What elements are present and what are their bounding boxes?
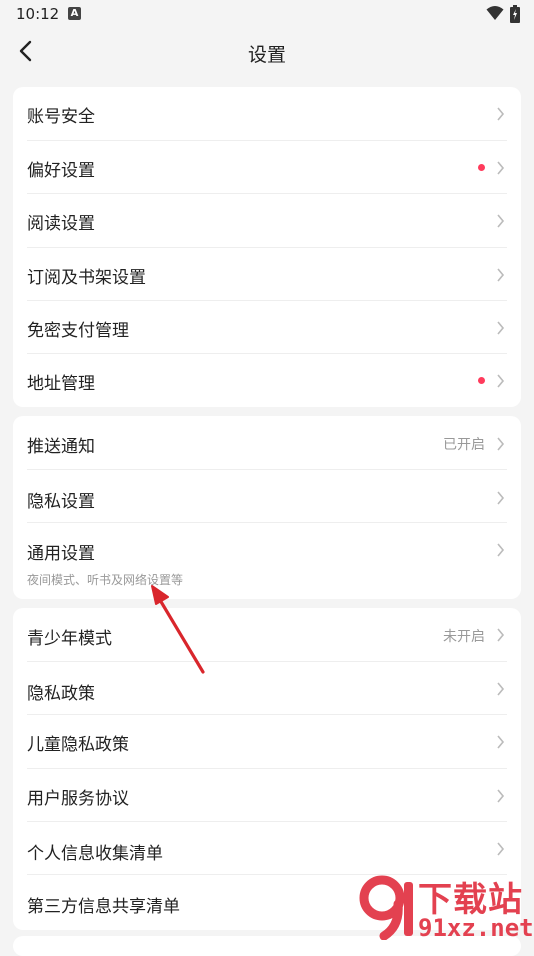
settings-item-label: 隐私设置 [27,492,95,512]
settings-item-general[interactable]: 通用设置 夜间模式、听书及网络设置等 [13,523,521,599]
settings-item-label: 账号安全 [27,107,95,127]
chevron-right-icon [497,161,505,175]
page-title: 设置 [247,44,286,66]
settings-item-label: 隐私政策 [27,684,95,704]
settings-item-label: 通用设置 [27,544,95,564]
settings-item-privacy[interactable]: 隐私设置 [13,470,521,523]
status-time: 10:12 [16,5,60,23]
settings-item-personal-info-list[interactable]: 个人信息收集清单 [13,822,521,875]
settings-item-value: 已开启 [443,437,485,453]
wifi-icon [486,6,504,20]
settings-item-label: 订阅及书架设置 [27,268,146,288]
chevron-right-icon [497,735,505,749]
chevron-right-icon [497,437,505,451]
chevron-right-icon [497,842,505,856]
settings-item-preferences[interactable]: 偏好设置 [13,141,521,194]
watermark: 下载站 91xz.net [358,870,534,946]
settings-item-label: 用户服务协议 [27,789,129,809]
settings-group-account: 账号安全 偏好设置 阅读设置 订阅及书架设置 免密支付管理 地址管理 [13,87,521,407]
chevron-right-icon [497,543,505,557]
chevron-right-icon [497,374,505,388]
settings-item-label: 个人信息收集清单 [27,844,163,864]
settings-item-label: 儿童隐私政策 [27,735,129,755]
settings-item-teen-mode[interactable]: 青少年模式 未开启 [13,608,521,661]
chevron-right-icon [497,628,505,642]
settings-item-subscription-shelf[interactable]: 订阅及书架设置 [13,248,521,301]
chevron-right-icon [497,107,505,121]
settings-item-label: 偏好设置 [27,161,95,181]
status-bar: 10:12 A [0,0,534,30]
settings-item-label: 推送通知 [27,437,95,457]
watermark-logo-icon [359,875,413,940]
chevron-right-icon [497,321,505,335]
settings-item-privacy-policy[interactable]: 隐私政策 [13,662,521,715]
settings-item-label: 地址管理 [27,374,95,394]
notification-icon: A [68,7,81,20]
settings-item-label: 青少年模式 [27,629,112,649]
chevron-right-icon [497,682,505,696]
watermark-url: 91xz.net [418,914,534,942]
chevron-right-icon [497,268,505,282]
settings-item-child-privacy-policy[interactable]: 儿童隐私政策 [13,715,521,768]
chevron-right-icon [497,789,505,803]
settings-item-account-security[interactable]: 账号安全 [13,87,521,140]
settings-item-password-free-payment[interactable]: 免密支付管理 [13,301,521,354]
new-badge-dot [478,377,485,384]
settings-item-push-notification[interactable]: 推送通知 已开启 [13,416,521,469]
chevron-right-icon [497,491,505,505]
app-bar: 设置 [0,30,534,74]
settings-item-user-agreement[interactable]: 用户服务协议 [13,769,521,822]
settings-item-label: 第三方信息共享清单 [27,897,180,917]
battery-icon [510,5,520,23]
chevron-right-icon [497,214,505,228]
settings-group-general: 推送通知 已开启 隐私设置 通用设置 夜间模式、听书及网络设置等 [13,416,521,599]
settings-item-value: 未开启 [443,629,485,645]
settings-item-label: 阅读设置 [27,214,95,234]
settings-item-reading[interactable]: 阅读设置 [13,194,521,247]
new-badge-dot [478,164,485,171]
settings-item-description: 夜间模式、听书及网络设置等 [27,573,184,587]
settings-item-address[interactable]: 地址管理 [13,354,521,407]
settings-item-label: 免密支付管理 [27,321,129,341]
